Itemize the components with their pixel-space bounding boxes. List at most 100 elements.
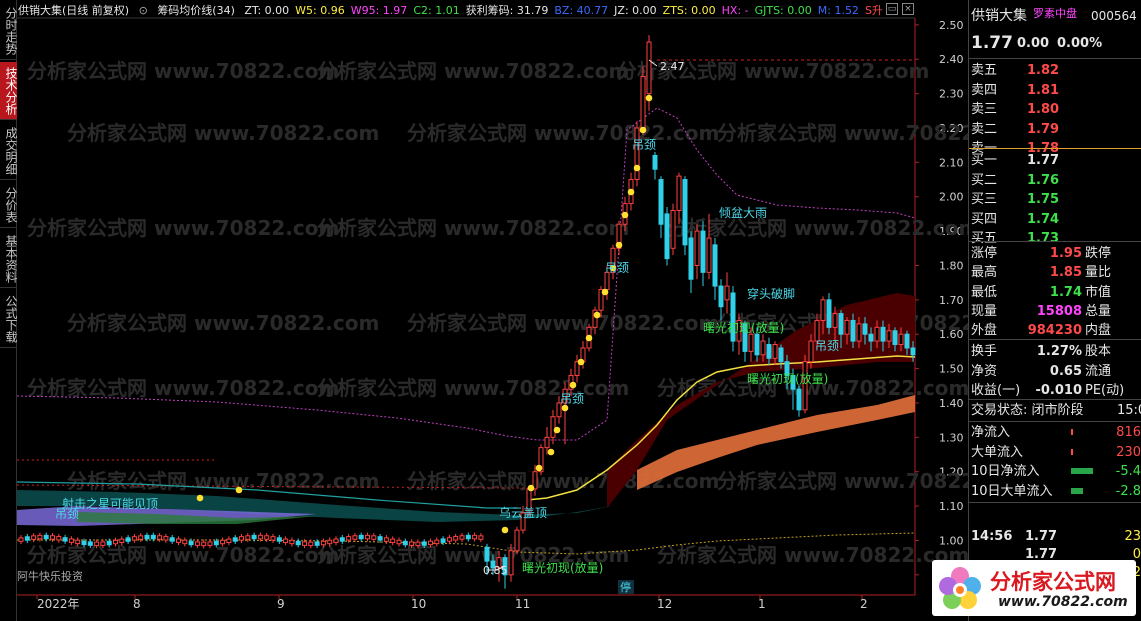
candle-body[interactable] (176, 538, 181, 543)
candle-body[interactable] (295, 540, 301, 546)
candle-body[interactable] (718, 285, 724, 308)
candle-body[interactable] (874, 326, 880, 342)
candle-body[interactable] (886, 330, 892, 342)
tab-technical-analysis[interactable]: 技术分析 (0, 62, 17, 120)
candle-body[interactable] (514, 529, 520, 552)
candle-body[interactable] (390, 538, 396, 544)
candle-body[interactable] (289, 539, 295, 545)
candle-body[interactable] (182, 539, 188, 545)
candle-body[interactable] (24, 536, 30, 541)
candle-body[interactable] (113, 539, 118, 545)
candle-body[interactable] (270, 536, 276, 541)
candle-body[interactable] (131, 536, 137, 541)
candle-body[interactable] (18, 537, 24, 542)
candle-body[interactable] (880, 326, 886, 342)
window-minimize-icon[interactable]: ▭ (886, 3, 898, 15)
candle-body[interactable] (904, 333, 910, 349)
candle-body[interactable] (766, 344, 772, 359)
candle-body[interactable] (415, 541, 421, 547)
candle-body[interactable] (43, 534, 49, 540)
candle-body[interactable] (346, 536, 352, 541)
candle-body[interactable] (302, 541, 307, 546)
indicator-toggle-icon[interactable]: ⊙ (139, 4, 148, 17)
candle-body[interactable] (700, 230, 706, 273)
candle-body[interactable] (409, 541, 415, 546)
candle-body[interactable] (646, 41, 652, 95)
candle-body[interactable] (440, 538, 446, 543)
candle-body[interactable] (478, 535, 484, 540)
candle-body[interactable] (276, 537, 282, 542)
candle-body[interactable] (434, 539, 440, 545)
candle-body[interactable] (428, 540, 433, 546)
candle-body[interactable] (712, 244, 718, 287)
candle-body[interactable] (808, 340, 814, 363)
candle-body[interactable] (333, 538, 339, 543)
candle-body[interactable] (352, 535, 358, 540)
candle-body[interactable] (862, 323, 868, 335)
candle-body[interactable] (910, 347, 916, 356)
candle-body[interactable] (396, 539, 402, 545)
candle-body[interactable] (37, 534, 43, 540)
candle-body[interactable] (257, 534, 263, 540)
candle-body[interactable] (508, 550, 514, 576)
tab-intraday[interactable]: 分时走势 (0, 2, 17, 60)
candle-body[interactable] (320, 540, 326, 546)
candle-body[interactable] (365, 534, 370, 540)
candle-body[interactable] (844, 319, 850, 335)
candle-body[interactable] (772, 344, 778, 359)
candle-body[interactable] (898, 333, 904, 346)
candle-body[interactable] (207, 541, 213, 546)
candle-body[interactable] (892, 330, 898, 346)
candle-body[interactable] (201, 541, 207, 547)
indicator-name[interactable]: 筹码均价线(34) (157, 4, 235, 17)
candle-body[interactable] (754, 333, 760, 356)
candle-body[interactable] (75, 539, 81, 545)
candle-body[interactable] (868, 333, 874, 342)
candle-body[interactable] (760, 340, 766, 356)
candle-body[interactable] (264, 535, 270, 540)
candle-body[interactable] (446, 537, 452, 542)
candle-body[interactable] (832, 313, 838, 328)
window-close-icon[interactable]: × (902, 3, 914, 15)
candle-body[interactable] (314, 541, 320, 546)
tab-fundamentals[interactable]: 基本资料 (0, 230, 17, 288)
candle-body[interactable] (94, 541, 100, 547)
candle-body[interactable] (81, 540, 87, 546)
candle-body[interactable] (658, 179, 664, 225)
candle-body[interactable] (724, 285, 730, 301)
candle-body[interactable] (850, 319, 856, 342)
candle-body[interactable] (421, 541, 427, 546)
candle-body[interactable] (251, 534, 257, 540)
candle-body[interactable] (694, 230, 700, 266)
candle-body[interactable] (484, 546, 490, 562)
candle-body[interactable] (163, 536, 169, 541)
candle-body[interactable] (459, 535, 465, 540)
candle-body[interactable] (748, 333, 754, 352)
candle-body[interactable] (169, 537, 175, 542)
candle-body[interactable] (157, 535, 163, 540)
candle-body[interactable] (50, 535, 55, 540)
candle-body[interactable] (308, 541, 314, 547)
candle-body[interactable] (664, 213, 670, 260)
candle-body[interactable] (245, 535, 251, 540)
tab-trade-details[interactable]: 成交明细 (0, 122, 17, 180)
candle-body[interactable] (144, 534, 150, 540)
kline-chart-area[interactable]: 2.50 2.40 2.30 2.20 2.10 2.00 1.90 1.80 1.70 1.60… (17, 0, 968, 621)
candle-body[interactable] (814, 319, 820, 342)
candle-body[interactable] (213, 540, 219, 546)
candle-body[interactable] (125, 537, 131, 542)
candle-body[interactable] (371, 535, 377, 540)
candle-body[interactable] (106, 540, 112, 546)
candle-body[interactable] (652, 154, 658, 170)
candle-body[interactable] (670, 209, 676, 249)
candle-body[interactable] (550, 416, 556, 438)
candle-body[interactable] (377, 536, 383, 541)
candle-body[interactable] (826, 299, 832, 328)
candle-body[interactable] (87, 541, 93, 546)
candle-body[interactable] (226, 538, 232, 544)
candle-body[interactable] (327, 539, 333, 545)
tab-formula-download[interactable]: 公式下载 (0, 290, 17, 348)
candle-body[interactable] (682, 179, 688, 246)
candle-body[interactable] (838, 313, 844, 335)
candle-body[interactable] (62, 537, 68, 542)
